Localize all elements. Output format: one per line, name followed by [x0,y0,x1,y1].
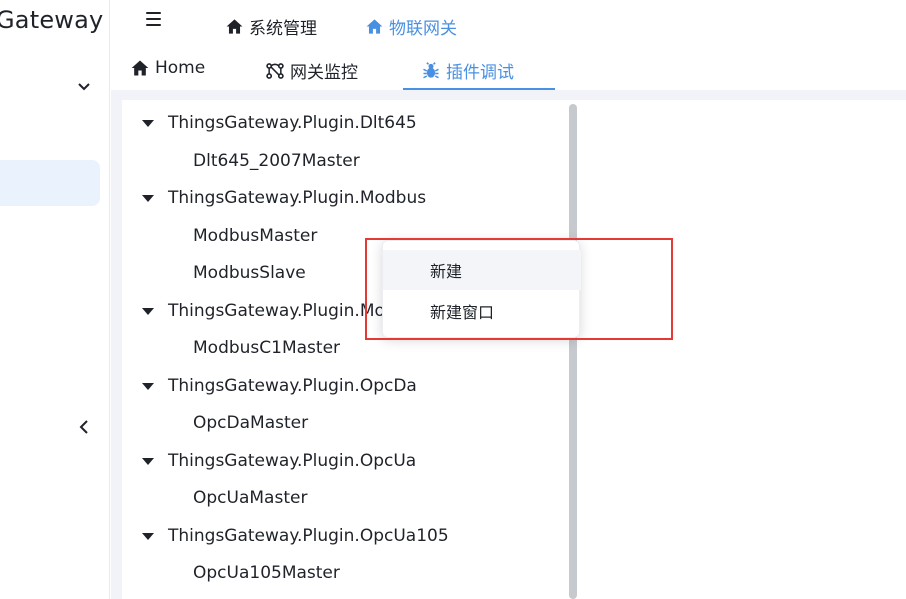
caret-down-icon[interactable] [142,532,154,540]
network-icon [266,62,284,79]
tree-leaf-dlt645-2007master[interactable]: Dlt645_2007Master [193,146,360,176]
bug-icon [423,61,439,78]
tree-leaf-label: Dlt645_2007Master [193,151,360,171]
tree-leaf-label: OpcDaMaster [193,413,309,433]
detail-panel [580,100,906,599]
chevron-down-icon[interactable] [76,78,92,94]
tree-node-label: ThingsGateway.Plugin.Modbus [168,188,427,208]
tree-node-modbusc1[interactable]: ThingsGateway.Plugin.Mo [122,296,385,326]
tree-leaf-label: ModbusSlave [193,263,306,283]
tab-monitor-label: 网关监控 [290,63,358,83]
caret-down-icon[interactable] [142,382,154,390]
tab-home-label: Home [155,58,206,78]
plugin-tree: ThingsGateway.Plugin.Dlt645 Dlt645_2007M… [122,100,580,599]
tree-leaf-label: ModbusMaster [193,226,318,246]
sidebar: Gateway [0,0,110,599]
tab-gateway-monitor[interactable]: 网关监控 [265,58,358,83]
tree-leaf-label: OpcUaMaster [193,488,308,508]
context-menu-new[interactable]: 新建 [383,250,581,290]
nav-system-label: 系统管理 [249,19,317,39]
tree-leaf-modbusc1master[interactable]: ModbusC1Master [193,333,340,363]
tab-plugin-debug[interactable]: 插件调试 [421,58,514,83]
home-icon [366,19,383,34]
tree-node-dlt645[interactable]: ThingsGateway.Plugin.Dlt645 [122,108,417,138]
tree-leaf-modbusslave[interactable]: ModbusSlave [193,258,306,288]
tree-node-label: ThingsGateway.Plugin.OpcDa [168,376,417,396]
tree-node-label: ThingsGateway.Plugin.OpcUa [168,451,417,471]
context-menu: 新建 新建窗口 [382,240,581,338]
chevron-left-icon[interactable] [76,418,92,436]
menu-toggle-icon[interactable] [146,12,162,30]
tree-scrollbar[interactable] [569,104,577,599]
tree-leaf-opcdamaster[interactable]: OpcDaMaster [193,408,308,438]
tree-leaf-opcuamaster[interactable]: OpcUaMaster [193,483,307,513]
tree-node-opcua105[interactable]: ThingsGateway.Plugin.OpcUa105 [122,521,449,551]
nav-iot-label: 物联网关 [389,19,457,39]
sidebar-item-active[interactable] [0,160,100,206]
nav-system-management[interactable]: 系统管理 [225,14,317,39]
tree-leaf-label: ModbusC1Master [193,338,341,358]
tab-bar: Home 网关监控 插件调试 [111,50,906,90]
tree-node-opcda[interactable]: ThingsGateway.Plugin.OpcDa [122,371,417,401]
top-header: 系统管理 物联网关 [111,0,906,48]
tree-leaf-modbusmaster[interactable]: ModbusMaster [193,221,317,251]
tree-node-label: ThingsGateway.Plugin.Dlt645 [168,113,417,133]
tab-debug-label: 插件调试 [446,63,514,83]
tree-node-opcua[interactable]: ThingsGateway.Plugin.OpcUa [122,446,416,476]
home-icon [131,60,149,76]
brand-title: Gateway [0,6,104,34]
caret-down-icon[interactable] [142,307,154,315]
tree-node-label: ThingsGateway.Plugin.Mo [168,301,385,321]
tab-home[interactable]: Home [130,58,205,78]
tree-node-modbus[interactable]: ThingsGateway.Plugin.Modbus [122,183,426,213]
tree-node-label: ThingsGateway.Plugin.OpcUa105 [168,526,449,546]
caret-down-icon[interactable] [142,119,154,127]
context-menu-new-label: 新建 [430,262,463,281]
caret-down-icon[interactable] [142,457,154,465]
nav-iot-gateway[interactable]: 物联网关 [365,14,457,39]
context-menu-new-window-label: 新建窗口 [430,303,495,322]
tree-leaf-opcua105master[interactable]: OpcUa105Master [193,558,340,588]
home-icon [226,19,243,34]
tree-leaf-label: OpcUa105Master [193,563,340,583]
context-menu-new-window[interactable]: 新建窗口 [383,291,581,331]
caret-down-icon[interactable] [142,194,154,202]
